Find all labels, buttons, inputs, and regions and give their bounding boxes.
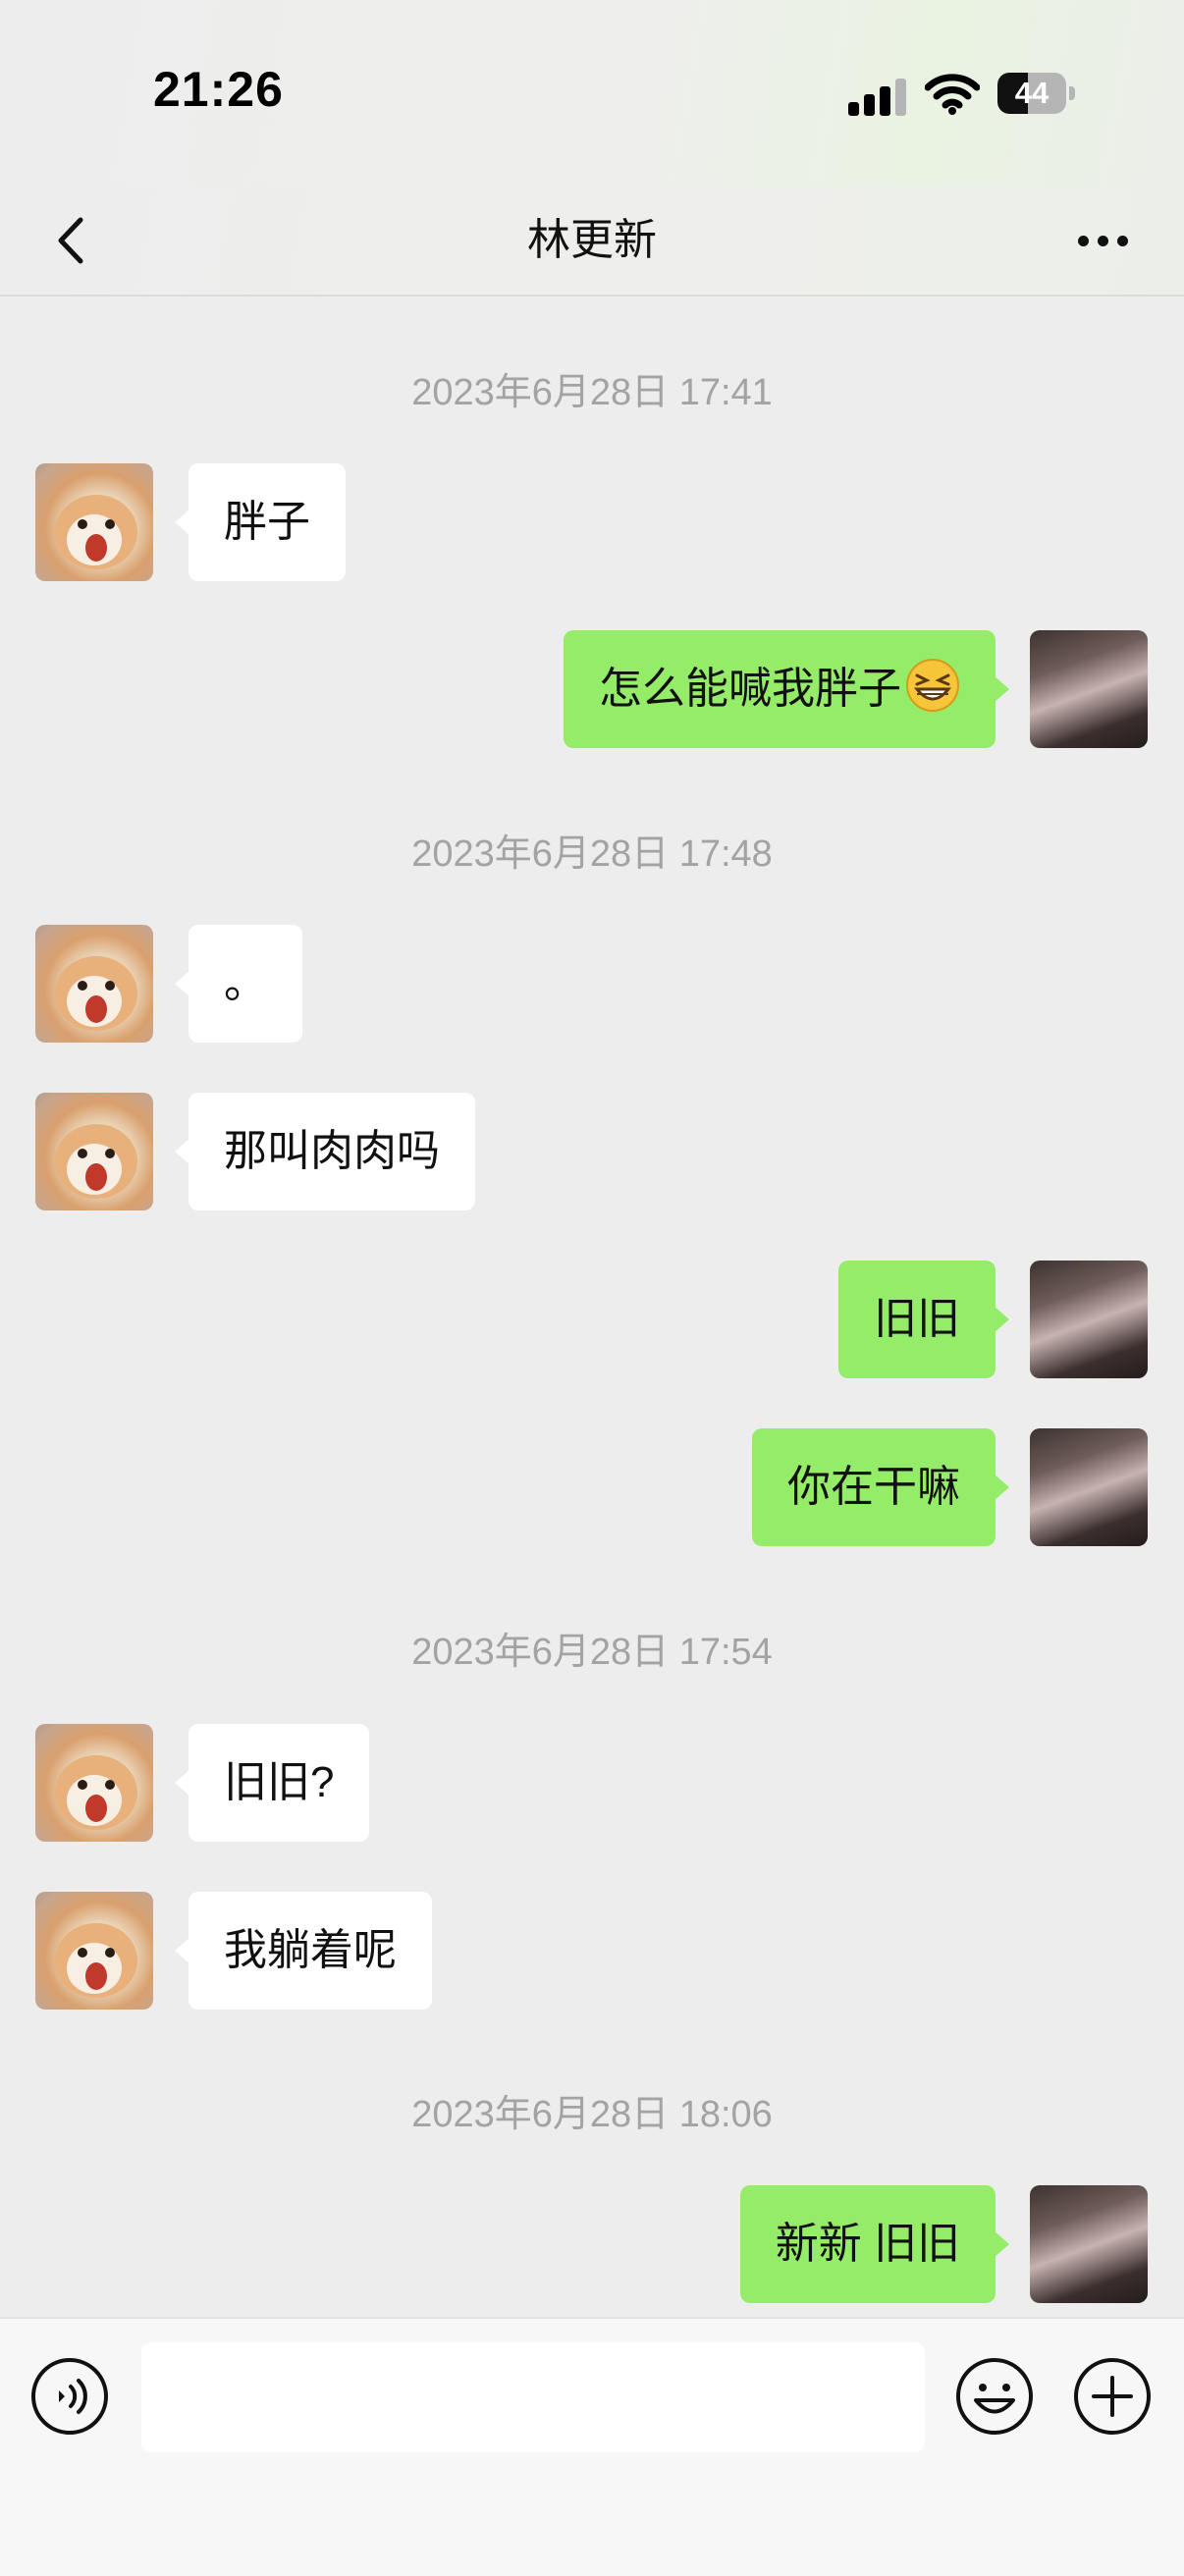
- status-bar: 21:26 44: [0, 0, 1184, 187]
- timestamp: 2023年6月28日 17:48: [411, 833, 773, 875]
- dog-avatar-icon: [55, 956, 137, 1031]
- contact-avatar[interactable]: [35, 1892, 153, 2010]
- contact-avatar[interactable]: [35, 1093, 153, 1210]
- plus-icon[interactable]: [1072, 2356, 1153, 2437]
- message-bubble-incoming[interactable]: 。: [175, 925, 302, 1043]
- message-bubble-outgoing[interactable]: 你在干嘛: [752, 1428, 1009, 1546]
- contact-avatar[interactable]: [35, 1724, 153, 1842]
- timestamp: 2023年6月28日 18:06: [411, 2094, 773, 2135]
- status-time: 21:26: [153, 62, 284, 117]
- input-bar: [0, 2317, 1184, 2576]
- my-avatar[interactable]: [1030, 1428, 1148, 1546]
- battery-icon: 44: [997, 73, 1076, 116]
- grinning-squinting-face-icon: [906, 659, 959, 712]
- message-bubble-incoming[interactable]: 我躺着呢: [175, 1892, 432, 2010]
- battery-level: 44: [1014, 76, 1049, 110]
- voice-icon[interactable]: [29, 2356, 110, 2437]
- my-avatar[interactable]: [1030, 630, 1148, 748]
- timestamp: 2023年6月28日 17:54: [411, 1632, 773, 1673]
- message-bubble-outgoing[interactable]: 旧旧: [838, 1261, 1009, 1378]
- dog-avatar-icon: [55, 1923, 137, 1998]
- contact-avatar[interactable]: [35, 463, 153, 581]
- message-bubble-incoming[interactable]: 胖子: [175, 463, 346, 581]
- message-bubble-incoming[interactable]: 那叫肉肉吗: [175, 1093, 475, 1210]
- timestamp: 2023年6月28日 17:41: [411, 372, 773, 413]
- dog-avatar-icon: [55, 1755, 137, 1830]
- message-text: 怎么能喊我胖子: [599, 665, 901, 713]
- contact-avatar[interactable]: [35, 925, 153, 1043]
- more-dots-icon[interactable]: [1072, 226, 1135, 255]
- dog-avatar-icon: [55, 1124, 137, 1199]
- cellular-signal-icon: [848, 77, 907, 116]
- chat-title: 林更新: [527, 216, 657, 264]
- nav-bar: 林更新: [0, 187, 1184, 296]
- my-avatar[interactable]: [1030, 1261, 1148, 1378]
- message-input[interactable]: [141, 2342, 925, 2452]
- message-bubble-outgoing[interactable]: 怎么能喊我胖子: [564, 630, 1009, 748]
- my-avatar[interactable]: [1030, 2185, 1148, 2303]
- emoji-icon[interactable]: [954, 2356, 1035, 2437]
- message-list[interactable]: 2023年6月28日 17:41 胖子 怎么能喊我胖子 2023年6月28日 1…: [0, 296, 1184, 2317]
- message-bubble-outgoing[interactable]: 新新 旧旧: [739, 2185, 1010, 2303]
- wifi-icon: [925, 74, 980, 115]
- message-bubble-incoming[interactable]: 旧旧?: [174, 1724, 370, 1842]
- dog-avatar-icon: [55, 495, 137, 569]
